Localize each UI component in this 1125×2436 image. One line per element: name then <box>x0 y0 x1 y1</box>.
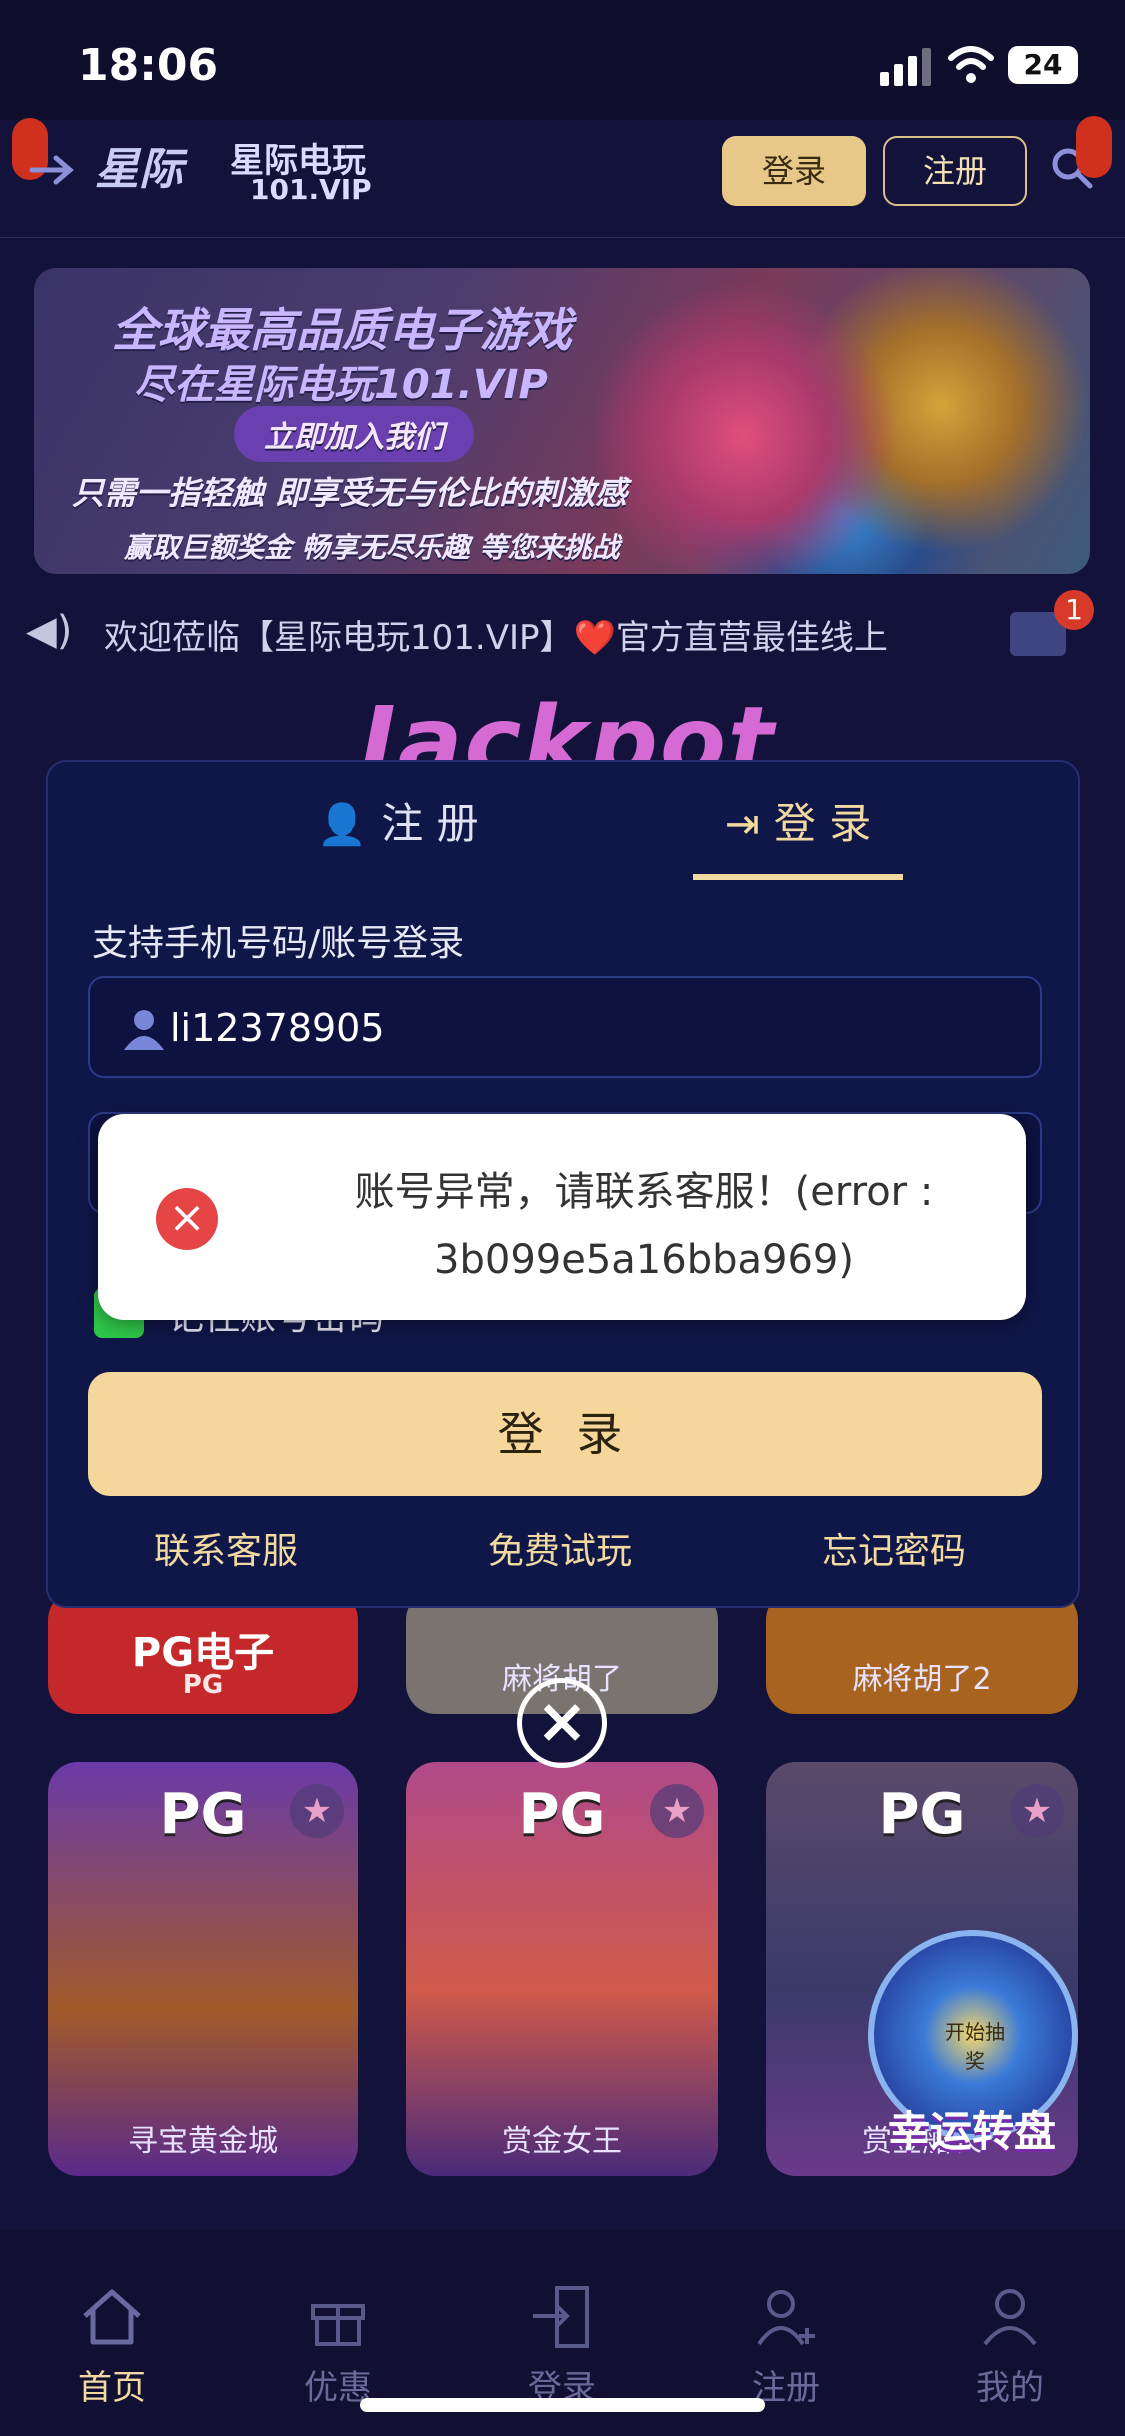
arrow-right-icon[interactable] <box>28 150 76 190</box>
status-time: 18:06 <box>78 40 219 91</box>
error-toast: × 账号异常，请联系客服！(error : 3b099e5a16bba969) <box>98 1114 1026 1320</box>
game-title: 寻宝黄金城 <box>128 2124 278 2159</box>
forgot-password-link[interactable]: 忘记密码 <box>822 1522 966 1574</box>
add-user-icon: 👤 <box>317 802 368 848</box>
header-login-button[interactable]: 登录 <box>722 136 866 206</box>
header-register-button[interactable]: 注册 <box>883 136 1027 206</box>
banner-subheadline: 尽在星际电玩101.VIP <box>134 362 548 408</box>
game-subtitle: PG <box>182 1670 224 1700</box>
close-modal-icon[interactable]: × <box>517 1678 607 1768</box>
game-tile-treasure[interactable]: PG ★ 寻宝黄金城 <box>48 1762 358 2176</box>
tab-login-label: 登 录 <box>773 799 872 848</box>
nav-home[interactable]: 首页 <box>42 2282 182 2409</box>
login-hint: 支持手机号码/账号登录 <box>92 923 465 964</box>
game-tile-mahjong-2[interactable]: 麻将胡了2 <box>766 1590 1078 1714</box>
user-icon <box>124 1010 164 1050</box>
nav-label: 首页 <box>78 2368 146 2408</box>
gift-icon <box>311 2304 365 2346</box>
game-tile-pg[interactable]: PG电子 PG <box>48 1590 358 1714</box>
game-tile-bounty-queen[interactable]: PG ★ 赏金女王 <box>406 1762 718 2176</box>
banner-headline: 全球最高品质电子游戏 <box>112 303 572 357</box>
wifi-icon <box>948 46 994 83</box>
banner-tagline-2: 赢取巨额奖金 畅享无尽乐趣 等您来挑战 <box>124 531 620 564</box>
nav-profile[interactable]: 我的 <box>940 2282 1080 2409</box>
lucky-wheel-center-label: 开始抽奖 <box>945 2020 1005 2073</box>
profile-icon <box>983 2289 1037 2346</box>
mail-badge: 1 <box>1054 590 1094 630</box>
favorite-star-icon[interactable]: ★ <box>1010 1784 1064 1838</box>
favorite-star-icon[interactable]: ★ <box>650 1784 704 1838</box>
banner-join-button[interactable]: 立即加入我们 <box>234 406 474 462</box>
cellular-signal-icon <box>880 46 932 86</box>
username-field[interactable]: li12378905 <box>88 976 1042 1078</box>
logo-mark: 星际 <box>95 144 183 195</box>
error-icon: × <box>156 1188 218 1250</box>
tab-register-label: 注 册 <box>381 799 479 848</box>
nav-register[interactable]: 注册 <box>716 2282 856 2409</box>
nav-label: 我的 <box>976 2368 1044 2408</box>
favorite-star-icon[interactable]: ★ <box>290 1784 344 1838</box>
add-user-icon <box>757 2290 815 2346</box>
game-title: 赏金女王 <box>502 2124 622 2159</box>
banner-artwork <box>594 268 1090 574</box>
login-door-icon: ⇥ <box>724 799 760 848</box>
game-title: 麻将胡了2 <box>852 1662 992 1697</box>
speaker-icon: ◀) <box>26 608 73 654</box>
promo-banner[interactable]: 全球最高品质电子游戏 尽在星际电玩101.VIP 立即加入我们 只需一指轻触 即… <box>34 268 1090 574</box>
contact-service-link[interactable]: 联系客服 <box>154 1522 298 1574</box>
battery-indicator: 24 <box>1008 46 1078 84</box>
nav-login[interactable]: 登录 <box>492 2282 632 2409</box>
lucky-wheel-label[interactable]: 幸运转盘 <box>888 2098 1056 2159</box>
login-submit-button[interactable]: 登 录 <box>88 1372 1042 1496</box>
login-icon <box>533 2286 589 2348</box>
logo-subtitle: 101.VIP <box>250 173 372 206</box>
tab-login[interactable]: ⇥ 登 录 <box>693 794 903 880</box>
home-icon <box>83 2289 141 2345</box>
home-indicator <box>360 2398 765 2412</box>
error-message: 账号异常，请联系客服！(error : 3b099e5a16bba969) <box>354 1169 934 1283</box>
tab-register[interactable]: 👤 注 册 <box>248 794 548 880</box>
username-value: li12378905 <box>170 1006 385 1050</box>
free-trial-link[interactable]: 免费试玩 <box>488 1522 632 1574</box>
announcement-marquee[interactable]: 欢迎莅临【星际电玩101.VIP】❤️官方直营最佳线上 <box>104 610 984 659</box>
banner-tagline: 只需一指轻触 即享受无与伦比的刺激感 <box>72 474 628 512</box>
lantern-right-icon <box>1076 116 1112 178</box>
nav-promotions[interactable]: 优惠 <box>268 2282 408 2409</box>
